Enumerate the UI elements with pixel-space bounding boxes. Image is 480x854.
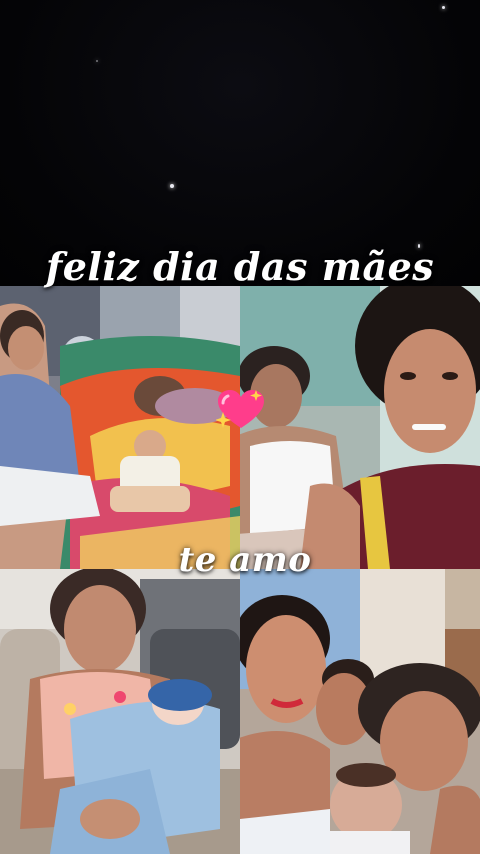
mothers-day-caption: feliz dia das mães bbox=[45, 244, 435, 289]
star bbox=[170, 184, 174, 188]
video-frame: feliz dia das mães te amo bbox=[0, 0, 480, 854]
star bbox=[442, 6, 445, 9]
photo-mother-with-baby-on-bed bbox=[0, 286, 240, 569]
photo-women-selfie bbox=[240, 286, 480, 569]
sparkling-heart-icon bbox=[216, 390, 264, 428]
photo-family-group-selfie bbox=[240, 569, 480, 854]
love-you-caption: te amo bbox=[178, 540, 312, 580]
star bbox=[96, 60, 98, 62]
photo-woman-holding-newborn bbox=[0, 569, 240, 854]
